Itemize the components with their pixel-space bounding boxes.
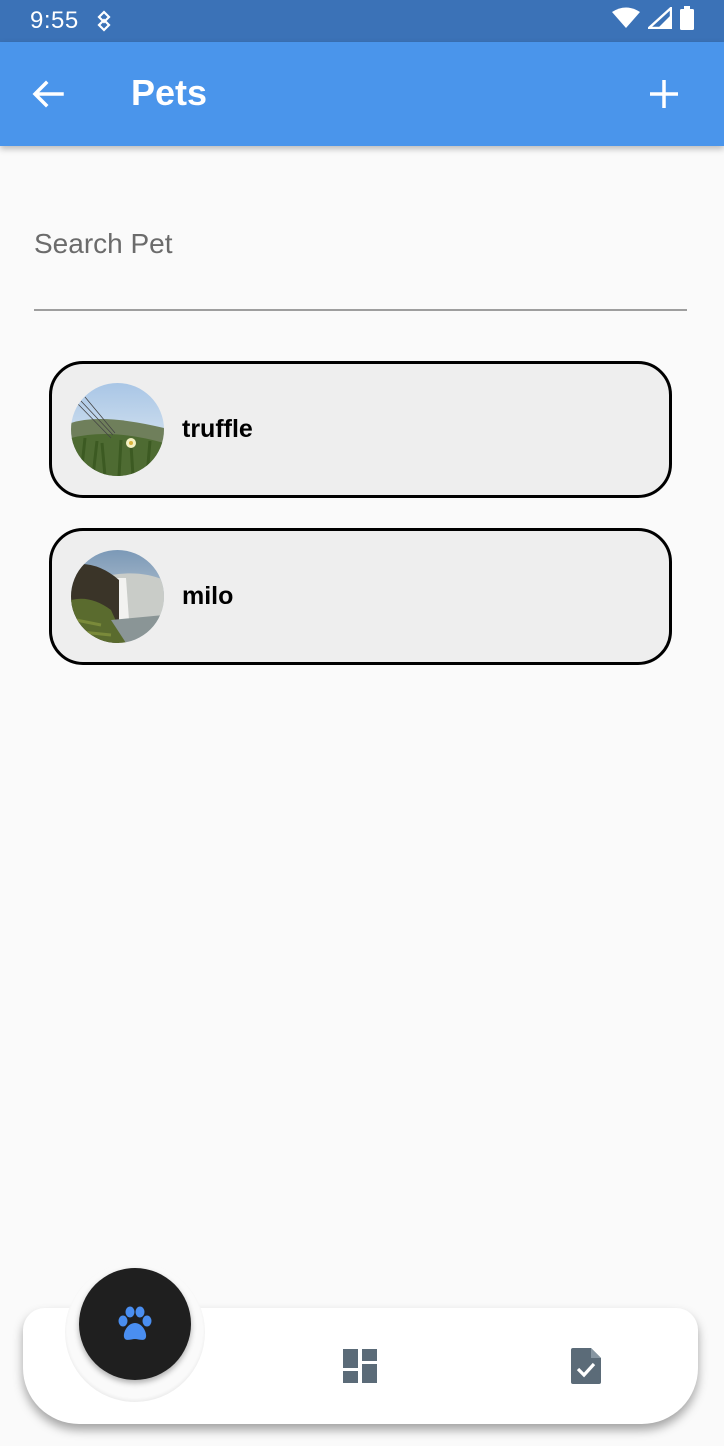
paw-icon bbox=[118, 1306, 152, 1340]
app-bar: Pets bbox=[0, 42, 724, 146]
back-button[interactable] bbox=[28, 74, 68, 114]
battery-icon bbox=[680, 5, 694, 37]
nav-pets-button[interactable] bbox=[79, 1268, 191, 1380]
task-file-icon bbox=[571, 1348, 601, 1384]
pet-card-milo[interactable]: milo bbox=[49, 528, 672, 665]
status-bar: 9:55 bbox=[0, 0, 724, 42]
nav-tasks-button[interactable] bbox=[566, 1346, 606, 1386]
status-icons bbox=[612, 4, 694, 37]
plus-icon bbox=[650, 80, 678, 108]
status-time: 9:55 bbox=[30, 7, 79, 34]
search-input[interactable] bbox=[34, 218, 687, 260]
pet-list: truffle milo bbox=[49, 361, 672, 695]
dashboard-icon bbox=[343, 1349, 377, 1383]
wifi-icon bbox=[612, 7, 640, 36]
notification-icon bbox=[95, 10, 113, 32]
pet-name: milo bbox=[182, 582, 234, 610]
page-title: Pets bbox=[131, 72, 208, 113]
pet-avatar bbox=[71, 383, 164, 476]
pet-avatar bbox=[71, 550, 164, 643]
pet-card-truffle[interactable]: truffle bbox=[49, 361, 672, 498]
search-field[interactable] bbox=[34, 218, 687, 311]
cell-signal-icon bbox=[645, 4, 673, 36]
arrow-left-icon bbox=[32, 80, 64, 108]
add-pet-button[interactable] bbox=[644, 74, 684, 114]
pet-name: truffle bbox=[182, 415, 253, 443]
nav-dashboard-button[interactable] bbox=[340, 1346, 380, 1386]
